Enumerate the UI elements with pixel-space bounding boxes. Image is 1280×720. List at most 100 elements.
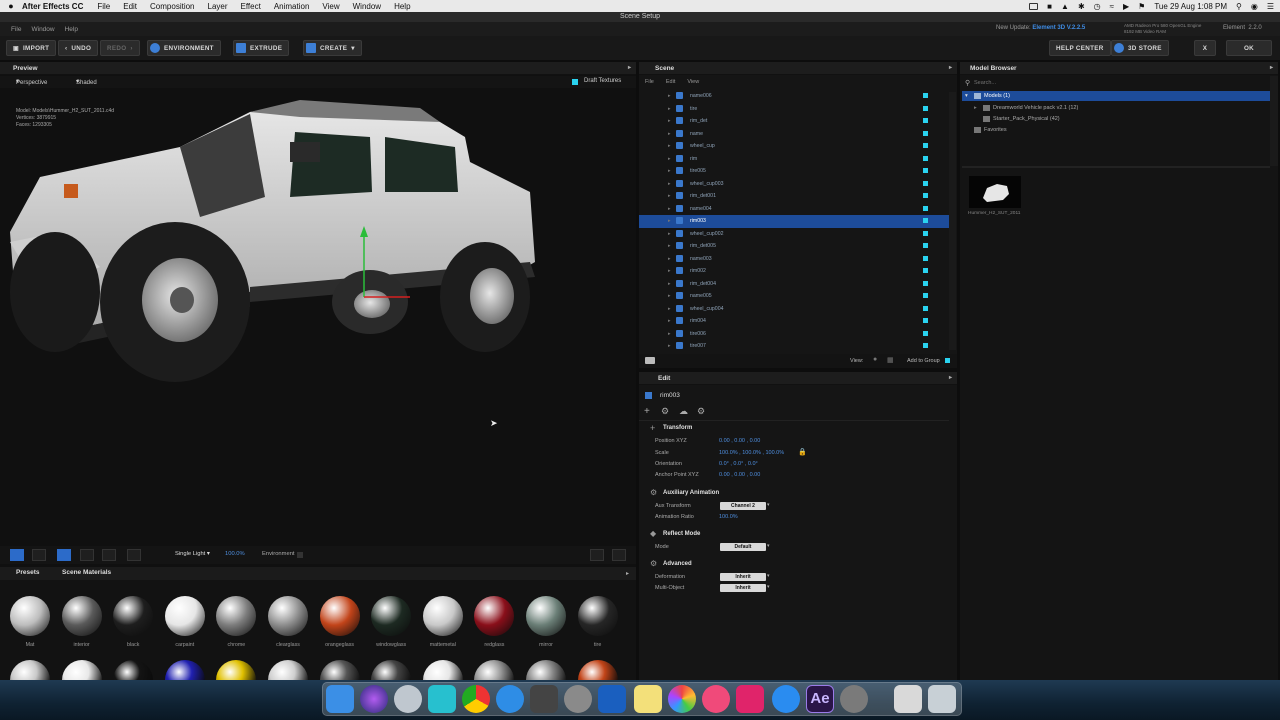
plugin-menu-help[interactable]: Help	[65, 26, 78, 33]
scene-tree-row[interactable]: ▸ rim_det005	[639, 240, 949, 253]
visibility-checkbox[interactable]	[923, 318, 928, 323]
visibility-checkbox[interactable]	[923, 105, 928, 111]
expand-arrow-icon[interactable]: ▸	[668, 193, 671, 199]
visibility-checkbox[interactable]	[923, 330, 928, 336]
expand-arrow-icon[interactable]: ▸	[668, 218, 671, 224]
visibility-checkbox[interactable]	[923, 218, 928, 223]
expand-arrow-icon[interactable]: ▸	[668, 168, 671, 174]
mac-menu-edit[interactable]: Edit	[123, 2, 137, 11]
mac-menu-effect[interactable]: Effect	[241, 2, 261, 11]
scene-scrollbar[interactable]	[949, 92, 956, 350]
photos-icon[interactable]	[668, 685, 696, 713]
scene-menu-icon[interactable]: ▸	[949, 62, 952, 75]
browser-scrollbar[interactable]	[1270, 76, 1278, 166]
expand-arrow-icon[interactable]: ▸	[668, 293, 671, 299]
mac-menu-animation[interactable]: Animation	[274, 2, 310, 11]
visibility-checkbox[interactable]	[923, 155, 928, 161]
ok-button[interactable]: OK	[1226, 40, 1272, 56]
visibility-checkbox[interactable]	[923, 205, 928, 211]
scene-tree-row[interactable]: ▸ tire007	[639, 340, 949, 353]
scene-tree-row[interactable]: ▸ name005	[639, 290, 949, 303]
tree-pack1-expand-icon[interactable]: ▸	[974, 105, 977, 111]
scene-tree-row[interactable]: ▸ wheel_cup004	[639, 303, 949, 316]
draft-textures-checkbox[interactable]	[572, 79, 578, 85]
itunes-icon[interactable]	[702, 685, 730, 713]
mac-menu-view[interactable]: View	[322, 2, 339, 11]
front-wheel[interactable]	[100, 222, 250, 382]
camera-icon[interactable]: ■	[1047, 2, 1052, 11]
presentation-icon[interactable]	[736, 685, 764, 713]
launchpad-icon[interactable]	[394, 685, 422, 713]
safari-icon[interactable]	[496, 685, 524, 713]
orientation-value[interactable]: 0.0° , 0.0° , 0.0°	[719, 461, 758, 467]
multi-object-dropdown[interactable]: Inherit	[720, 584, 766, 592]
documents-icon[interactable]	[894, 685, 922, 713]
expand-arrow-icon[interactable]: ▸	[668, 93, 671, 99]
time-machine-icon[interactable]: ◷	[1094, 2, 1101, 11]
visibility-checkbox[interactable]	[923, 143, 928, 148]
apple-menu-icon[interactable]: ●	[0, 1, 22, 11]
expand-arrow-icon[interactable]: ▸	[668, 281, 671, 287]
notes-icon[interactable]	[634, 685, 662, 713]
expand-arrow-icon[interactable]: ▸	[668, 243, 671, 249]
scene-tree-row[interactable]: ▸ name	[639, 128, 949, 141]
select-tool-icon[interactable]	[32, 549, 46, 561]
deformation-dropdown[interactable]: Inherit	[720, 573, 766, 581]
aux-transform-dropdown[interactable]: Channel 2	[720, 502, 766, 510]
light-intensity[interactable]: 100.0%	[225, 551, 245, 557]
scene-tree-row[interactable]: ▸ name003	[639, 253, 949, 266]
light-mode-dropdown[interactable]: Single Light ▾	[175, 551, 210, 557]
expand-arrow-icon[interactable]: ▸	[668, 156, 671, 162]
environment-checkbox[interactable]	[297, 552, 303, 558]
visibility-checkbox[interactable]	[923, 93, 928, 98]
scene-tree-row[interactable]: ▸ tire006	[639, 328, 949, 341]
user-icon[interactable]: ◉	[1251, 2, 1258, 11]
render-icon[interactable]	[590, 549, 604, 561]
browser-splitter[interactable]	[962, 166, 1270, 168]
middle-wheel[interactable]	[332, 270, 408, 334]
expand-arrow-icon[interactable]: ▸	[668, 106, 671, 112]
material-swatch[interactable]	[526, 596, 566, 636]
visibility-checkbox[interactable]	[923, 305, 928, 311]
scene-tree-row[interactable]: ▸ tire	[639, 103, 949, 116]
scene-tree-row[interactable]: ▸ rim004	[639, 315, 949, 328]
expand-arrow-icon[interactable]: ▸	[668, 331, 671, 337]
gear-small-icon[interactable]: ⚙	[661, 406, 669, 417]
deformation-dropdown-icon[interactable]: ▾	[767, 573, 770, 579]
tree-pack1-label[interactable]: Dreamworld Vehicle pack v2.1 (12)	[993, 105, 1078, 111]
scene-tree-row[interactable]: ▸ rim_det001	[639, 190, 949, 203]
shading-dropdown[interactable]: Shaded ▾	[76, 78, 97, 86]
material-swatch[interactable]	[577, 596, 618, 636]
create-button[interactable]: CREATE ▾	[303, 40, 362, 56]
scene-tree-row[interactable]: ▸ name004	[639, 203, 949, 216]
import-button[interactable]: ▣ IMPORT	[6, 40, 57, 56]
view-grid-icon[interactable]: ▦	[887, 356, 894, 364]
scene-tree-row[interactable]: ▸ tire005	[639, 165, 949, 178]
visibility-checkbox[interactable]	[923, 268, 928, 273]
mac-menu-window[interactable]: Window	[353, 2, 381, 11]
gear-icon[interactable]: ⚙	[697, 406, 705, 417]
advanced-section[interactable]: Advanced	[663, 561, 692, 567]
tree-pack2-label[interactable]: Starter_Pack_Physical (42)	[993, 116, 1060, 122]
add-to-group-checkbox[interactable]	[945, 358, 950, 363]
cloud-icon[interactable]: ☁	[679, 406, 688, 417]
scene-tree-row[interactable]: ▸ rim_det	[639, 115, 949, 128]
screen-icon[interactable]	[1029, 2, 1039, 10]
scene-menu-file[interactable]: File	[645, 79, 654, 85]
expand-arrow-icon[interactable]: ▸	[668, 256, 671, 262]
airplay-icon[interactable]: ▲	[1061, 2, 1069, 11]
undo-button[interactable]: ‹ UNDO	[58, 40, 99, 56]
3d-store-button[interactable]: 3D STORE	[1111, 40, 1169, 56]
scene-tree-row[interactable]: ▸ rim	[639, 153, 949, 166]
expand-arrow-icon[interactable]: ▸	[668, 131, 671, 137]
presets-menu-icon[interactable]: ▸	[626, 570, 629, 577]
siri-icon[interactable]	[360, 685, 388, 713]
snap-tool-icon[interactable]	[127, 549, 141, 561]
tab-presets[interactable]: Presets	[16, 569, 40, 576]
transform-section[interactable]: Transform	[663, 425, 692, 431]
help-center-button[interactable]: HELP CENTER	[1049, 40, 1111, 56]
material-swatch[interactable]	[10, 596, 50, 636]
camera-tool-icon[interactable]	[10, 549, 24, 561]
scene-tree-row[interactable]: ▸ wheel_cup003	[639, 178, 949, 191]
scene-tree-row[interactable]: ▸ wheel_cup002	[639, 228, 949, 241]
